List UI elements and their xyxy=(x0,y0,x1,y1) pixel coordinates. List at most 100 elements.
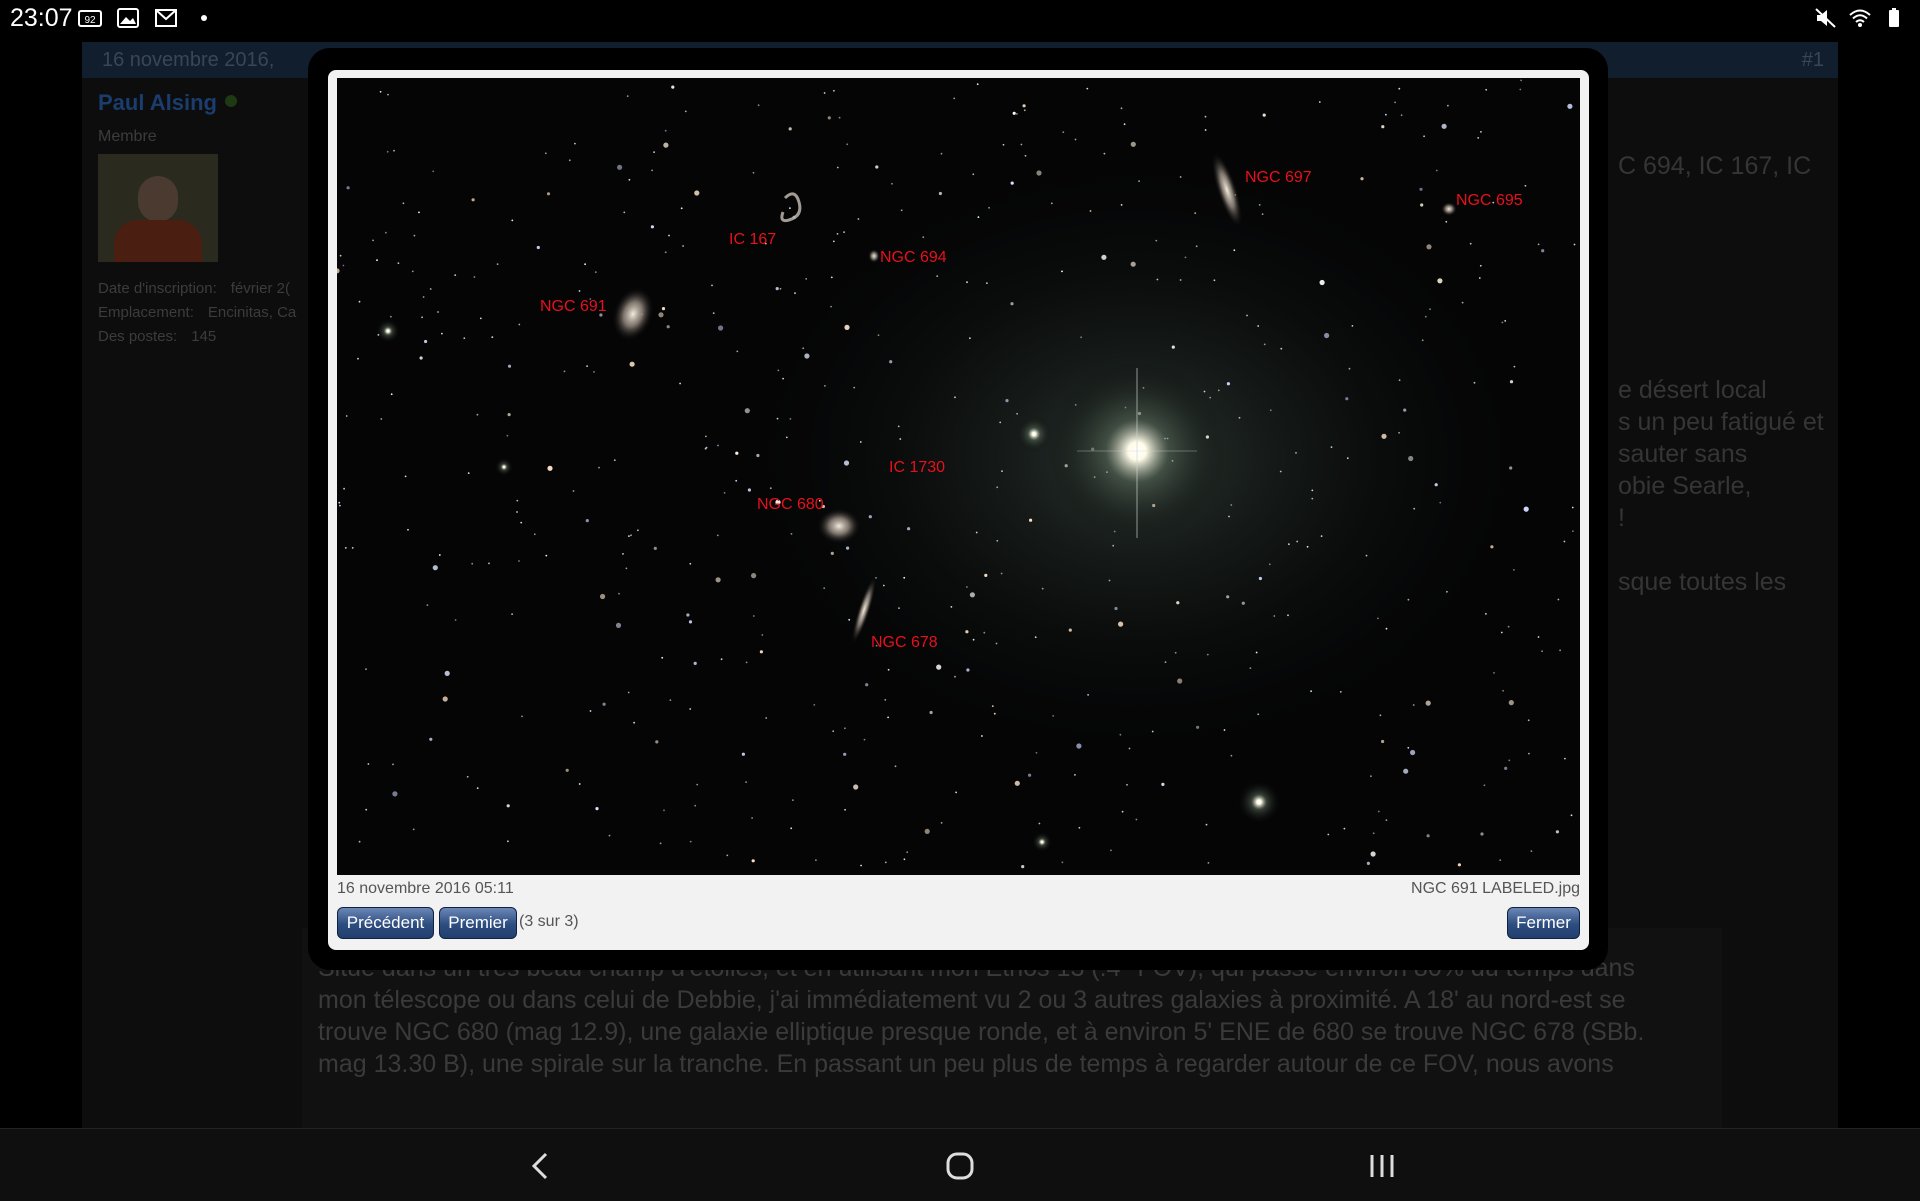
location-label: Emplacement: xyxy=(98,304,194,321)
star xyxy=(438,554,441,556)
star xyxy=(608,834,611,837)
star xyxy=(684,110,687,113)
star xyxy=(1280,347,1283,350)
star xyxy=(1061,270,1063,273)
star xyxy=(418,211,420,214)
star xyxy=(1445,220,1448,223)
home-icon[interactable] xyxy=(940,1149,980,1183)
star xyxy=(1530,850,1533,852)
star xyxy=(661,307,666,311)
star xyxy=(655,740,659,744)
star xyxy=(343,487,345,490)
star xyxy=(578,783,581,785)
star xyxy=(1319,279,1325,286)
star xyxy=(1230,504,1233,506)
star xyxy=(966,281,968,284)
star xyxy=(1513,569,1515,571)
star xyxy=(1296,540,1299,543)
star xyxy=(1343,827,1346,830)
star xyxy=(832,240,835,243)
star xyxy=(986,282,988,284)
star xyxy=(860,864,862,867)
star xyxy=(1238,416,1241,419)
star xyxy=(1110,849,1112,852)
star xyxy=(1403,408,1407,412)
star xyxy=(585,519,589,523)
star xyxy=(735,451,739,455)
star xyxy=(1130,141,1136,147)
first-button[interactable]: Premier xyxy=(439,907,517,939)
back-icon[interactable] xyxy=(520,1149,560,1183)
star xyxy=(1563,540,1566,543)
star xyxy=(1310,690,1312,693)
star xyxy=(536,245,540,250)
star xyxy=(1279,470,1282,473)
star xyxy=(568,159,571,162)
star xyxy=(578,290,581,292)
star xyxy=(421,316,423,319)
star xyxy=(1034,636,1037,639)
star xyxy=(1499,859,1502,861)
star xyxy=(629,361,635,367)
star xyxy=(1318,101,1321,103)
star xyxy=(815,859,817,862)
join-date-label: Date d'inscription: xyxy=(98,280,217,297)
star xyxy=(1379,714,1382,717)
star xyxy=(1118,621,1124,627)
star xyxy=(1258,576,1262,581)
star xyxy=(1204,129,1207,131)
online-status-icon xyxy=(225,95,237,107)
star xyxy=(1161,782,1165,787)
star xyxy=(419,356,423,360)
star xyxy=(1261,213,1264,216)
star xyxy=(1311,489,1314,492)
star xyxy=(1174,651,1177,654)
star xyxy=(813,704,816,706)
star xyxy=(922,236,925,239)
avatar[interactable] xyxy=(98,154,218,262)
post-text-fragment: sauter sans xyxy=(1618,440,1748,468)
star xyxy=(650,225,654,229)
post-number[interactable]: #1 xyxy=(1802,49,1824,72)
star xyxy=(1123,123,1126,126)
star xyxy=(975,531,978,534)
recents-icon[interactable] xyxy=(1362,1149,1402,1183)
star xyxy=(950,606,953,608)
star xyxy=(1112,544,1115,547)
star xyxy=(794,292,796,294)
star xyxy=(390,315,392,318)
star xyxy=(1228,515,1230,518)
star xyxy=(1385,819,1388,821)
star xyxy=(496,263,499,265)
star xyxy=(1016,113,1018,115)
star xyxy=(751,817,753,819)
star xyxy=(1351,325,1354,327)
star xyxy=(1036,170,1042,176)
star xyxy=(1028,773,1032,777)
previous-button[interactable]: Précédent xyxy=(337,907,434,939)
star xyxy=(1089,210,1092,212)
star xyxy=(454,619,457,621)
star xyxy=(969,337,971,340)
author-role: Membre xyxy=(98,128,157,145)
star xyxy=(1268,563,1271,566)
star xyxy=(473,276,476,278)
author-name[interactable]: Paul Alsing xyxy=(98,90,217,116)
star xyxy=(1119,733,1122,736)
gallery-icon xyxy=(116,8,140,28)
star xyxy=(664,129,667,132)
post-body-paragraph: Situé dans un très beau champ d'étoiles,… xyxy=(318,952,1798,1080)
close-button[interactable]: Fermer xyxy=(1507,907,1580,939)
galaxy-ngc-680 xyxy=(817,508,861,544)
star xyxy=(1016,412,1018,415)
star xyxy=(838,116,841,119)
star xyxy=(463,337,466,340)
star xyxy=(1024,154,1027,157)
lightbox-image[interactable]: NGC 697 NGC 695 IC 167 NGC 694 NGC 691 I… xyxy=(337,78,1580,875)
star xyxy=(1195,245,1198,248)
star xyxy=(863,738,866,741)
star xyxy=(972,173,975,176)
calendar-92-icon: 92 xyxy=(78,8,102,28)
star xyxy=(972,638,975,641)
star xyxy=(413,234,416,237)
